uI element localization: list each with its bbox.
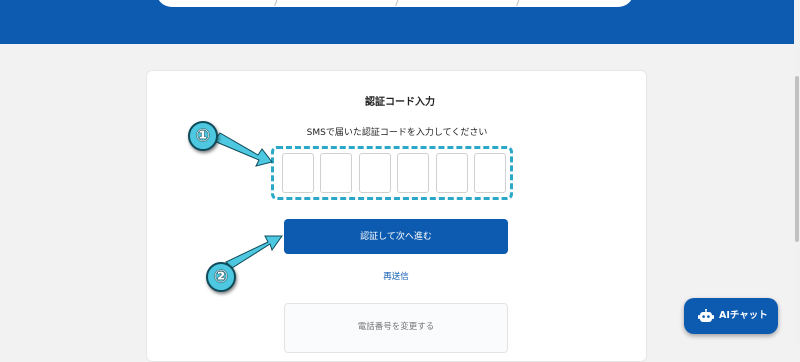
nav-divider [395,0,400,6]
code-input-highlight [271,146,513,200]
ai-chat-label: AIチャット [719,310,768,321]
nav-divider [274,0,279,6]
verify-submit-button[interactable]: 認証して次へ進む [284,219,508,254]
annotation-marker-1: ① [188,121,218,151]
code-instruction: SMSで届いた認証コードを入力してください [306,128,488,138]
ai-chat-button[interactable]: AIチャット [684,298,778,334]
change-phone-label: 電話番号を変更する [357,322,435,332]
annotation-marker-2: ② [206,262,236,292]
page-title: 認証コード入力 [365,97,435,108]
page-scrollbar[interactable] [794,0,800,345]
nav-divider [516,0,521,6]
header-nav-pill [156,0,634,7]
robot-icon [698,309,714,322]
resend-link[interactable]: 再送信 [0,270,792,282]
